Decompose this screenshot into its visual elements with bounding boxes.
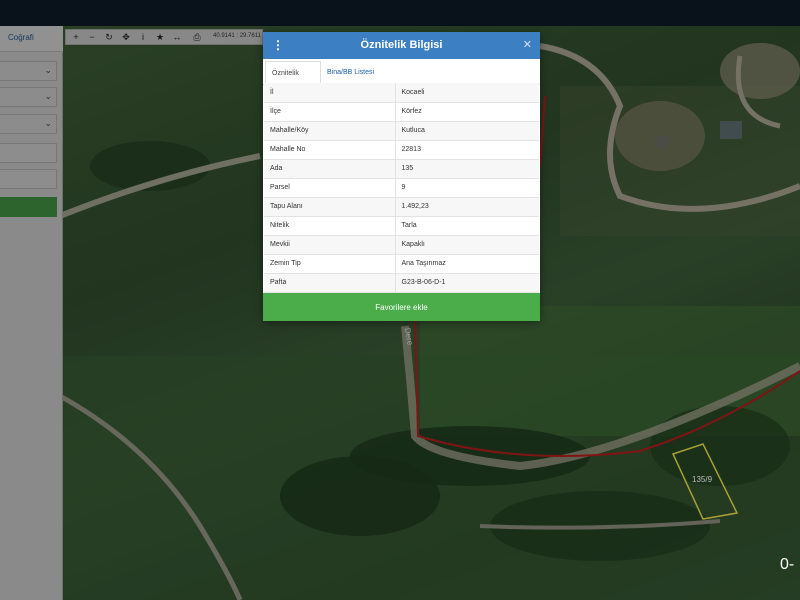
attribute-key: Ada — [264, 159, 396, 179]
attribute-key: İlçe — [264, 102, 396, 122]
attribute-key: Nitelik — [264, 216, 396, 236]
attribute-value: Tarla — [395, 216, 539, 236]
attribute-value: Kocaeli — [395, 83, 539, 103]
table-row: Mahalle No 22813 — [264, 140, 539, 160]
modal-tabs: Öznitelik Bilgisi Bina/BB Listesi — [263, 61, 540, 101]
table-row: Ada 135 — [264, 159, 539, 179]
tab-building-list[interactable]: Bina/BB Listesi — [321, 61, 381, 85]
attribute-info-modal: ⋮ Öznitelik Bilgisi ✕ Öznitelik Bilgisi … — [263, 32, 540, 321]
table-row: Parsel 9 — [264, 178, 539, 198]
table-row: İlçe Körfez — [264, 102, 539, 122]
attribute-key: Pafta — [264, 273, 396, 293]
modal-header: ⋮ Öznitelik Bilgisi ✕ — [263, 32, 540, 59]
attribute-value: 1.492,23 — [395, 197, 539, 217]
table-row: Pafta G23-B-06-D-1 — [264, 273, 539, 293]
attribute-value: Kapaklı — [395, 235, 539, 255]
attribute-value: Ana Taşınmaz — [395, 254, 539, 274]
attribute-value: 9 — [395, 178, 539, 198]
attribute-key: Zemin Tip — [264, 254, 396, 274]
table-row: Nitelik Tarla — [264, 216, 539, 236]
attribute-value: 22813 — [395, 140, 539, 160]
attribute-value: 135 — [395, 159, 539, 179]
table-row: Mahalle/Köy Kutluca — [264, 121, 539, 141]
attribute-key: Parsel — [264, 178, 396, 198]
table-row: Mevkii Kapaklı — [264, 235, 539, 255]
attribute-key: Tapu Alanı — [264, 197, 396, 217]
table-row: Tapu Alanı 1.492,23 — [264, 197, 539, 217]
attribute-key: İl — [264, 83, 396, 103]
corner-label: 0- — [780, 556, 795, 573]
attribute-key: Mevkii — [264, 235, 396, 255]
close-icon[interactable]: ✕ — [523, 38, 532, 51]
attribute-value: G23-B-06-D-1 — [395, 273, 539, 293]
table-row: İl Kocaeli — [264, 83, 539, 103]
attribute-table: İl Kocaeli İlçe Körfez Mahalle/Köy Kutluca … — [264, 83, 539, 293]
table-row: Zemin Tip Ana Taşınmaz — [264, 254, 539, 274]
attribute-value: Kutluca — [395, 121, 539, 141]
attribute-key: Mahalle No — [264, 140, 396, 160]
attribute-key: Mahalle/Köy — [264, 121, 396, 141]
tab-attribute-info[interactable]: Öznitelik Bilgisi — [265, 61, 321, 101]
modal-title: Öznitelik Bilgisi — [360, 39, 443, 51]
add-to-favorites-button[interactable]: Favorilere ekle — [263, 293, 540, 321]
attribute-value: Körfez — [395, 102, 539, 122]
